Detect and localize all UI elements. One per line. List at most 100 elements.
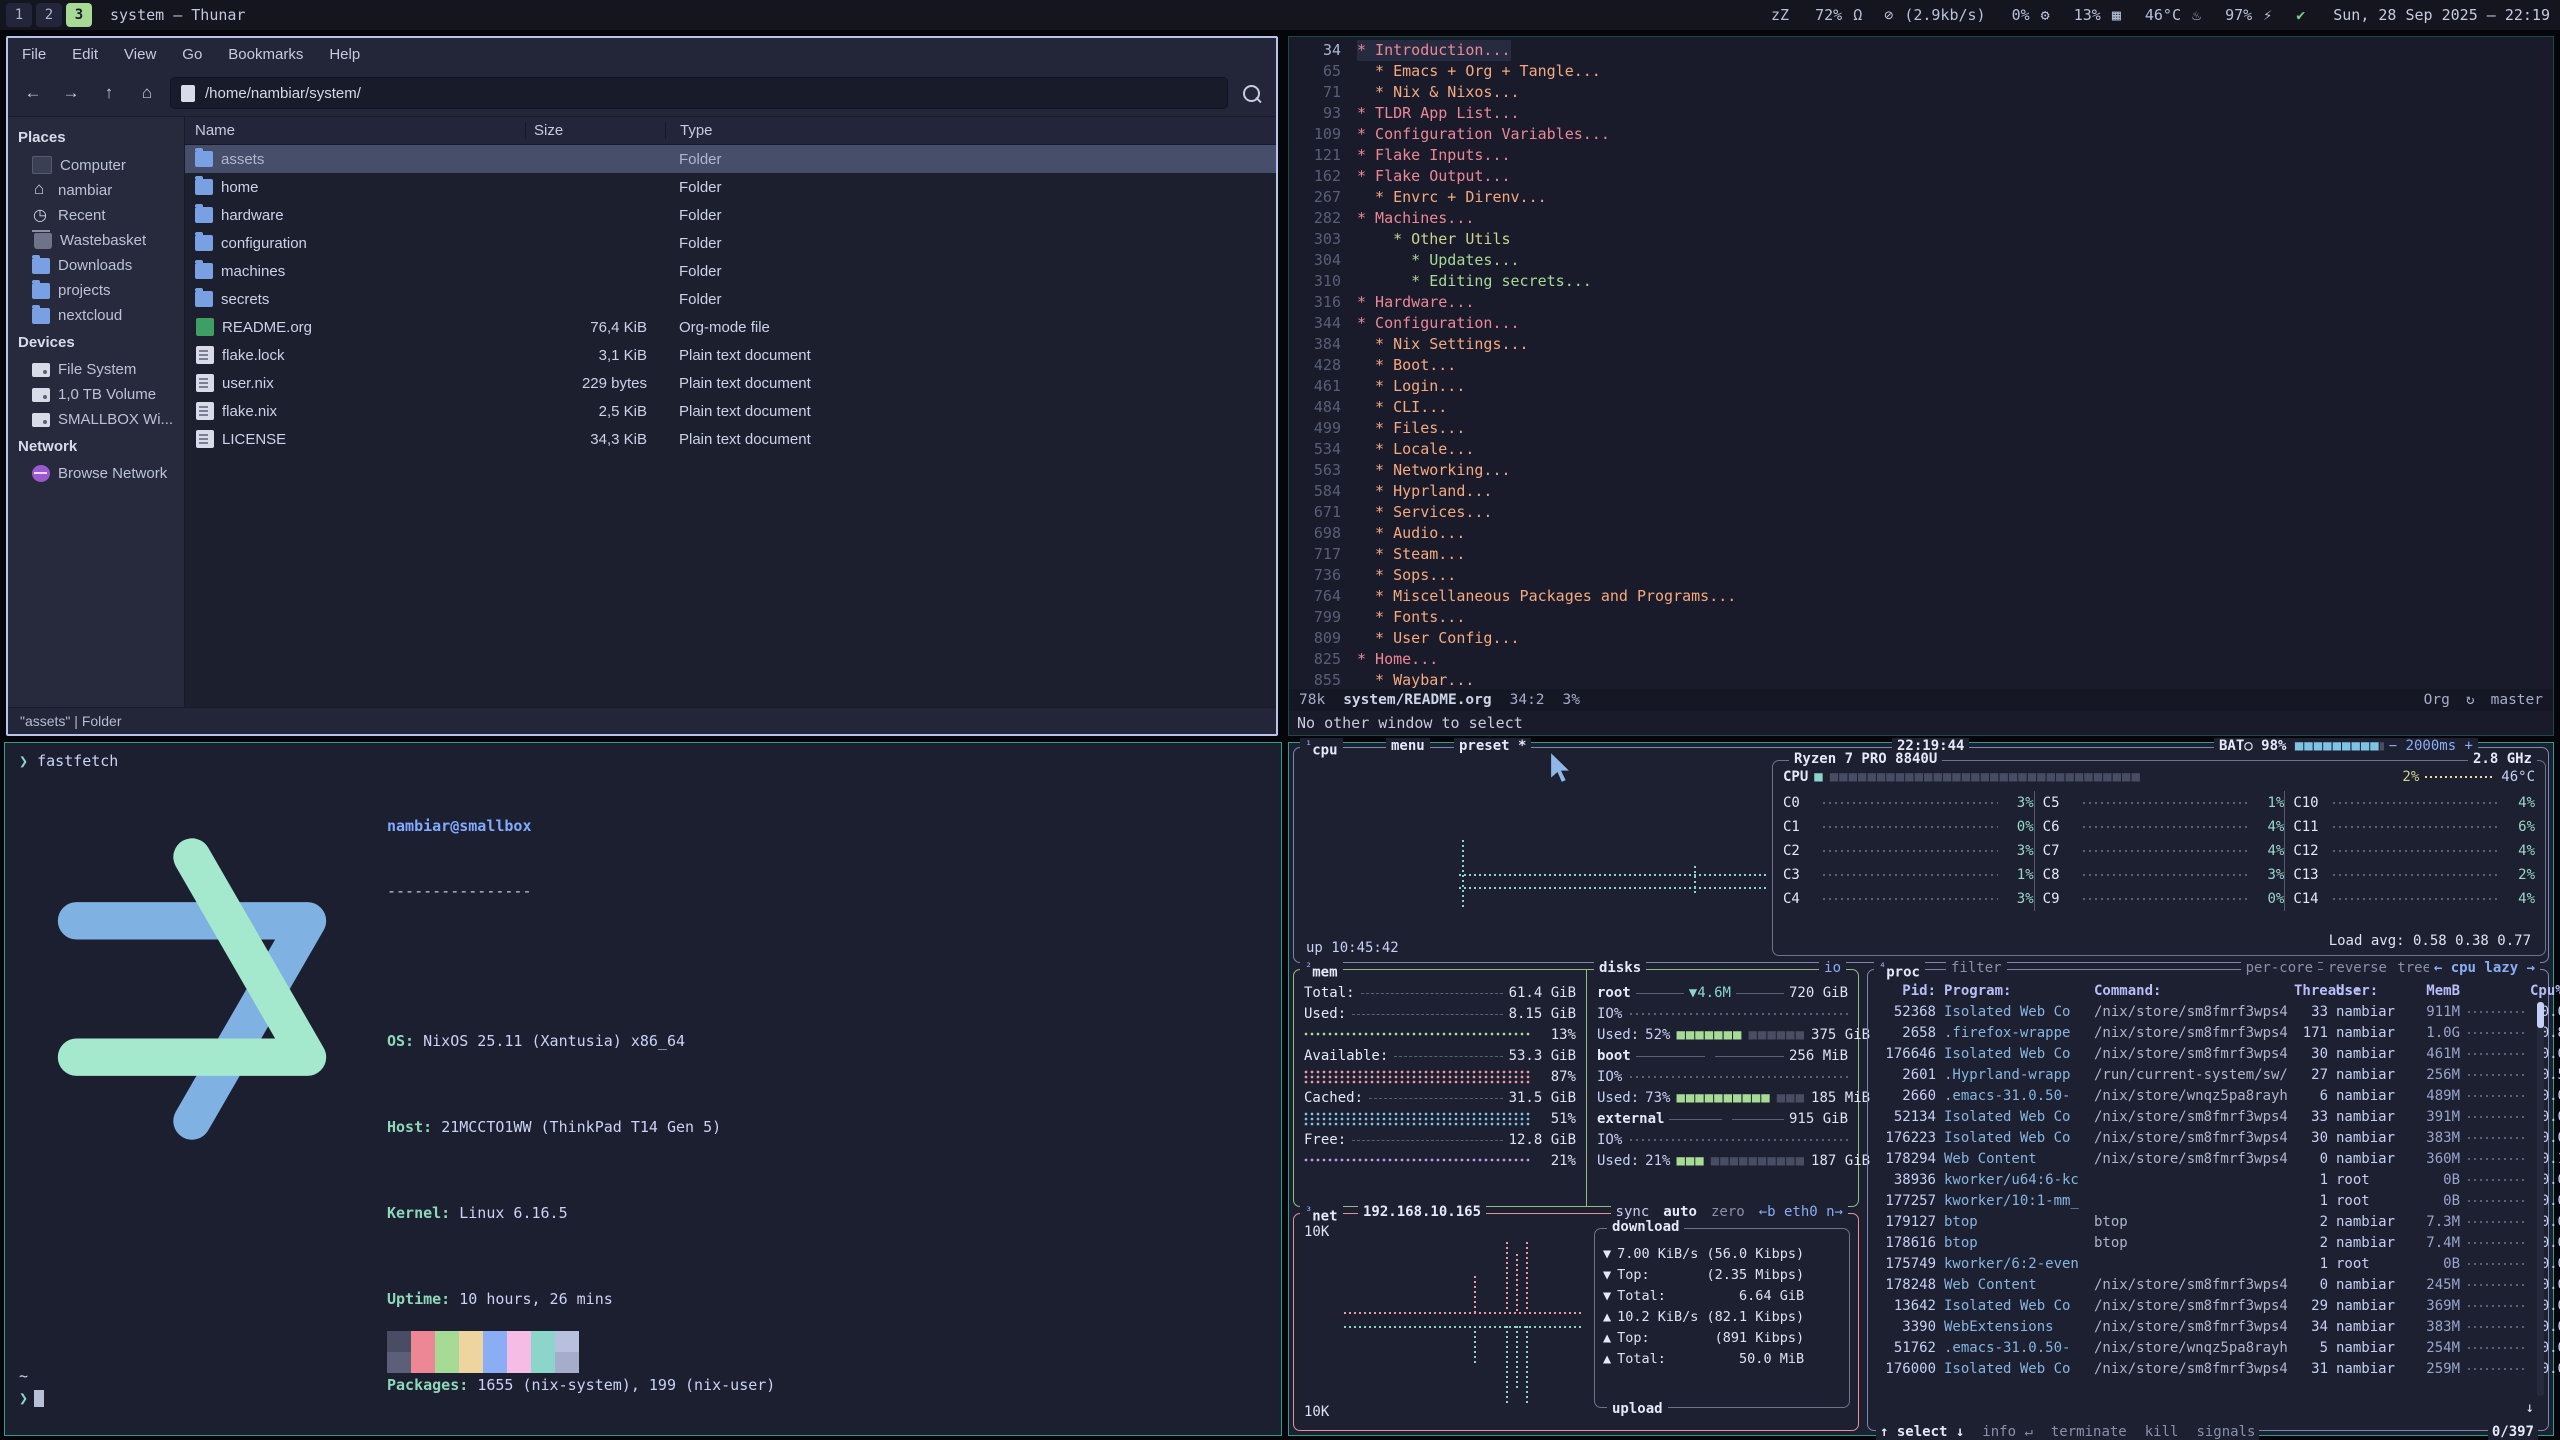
process-row[interactable]: 2601 .Hyprland-wrapp /run/current-system… (1868, 1064, 2548, 1085)
path-bar[interactable] (170, 77, 1228, 109)
org-heading-line[interactable]: 499 * Files... (1295, 418, 2553, 439)
path-input[interactable] (203, 84, 1217, 103)
sidebar-device-item[interactable]: 1,0 TB Volume (8, 382, 184, 407)
proc-tab[interactable]: ⁴proc (1874, 960, 1925, 981)
sidebar-place-item[interactable]: Downloads (8, 253, 184, 278)
process-row[interactable]: 178294 Web Content /nix/store/sm8fmrf3wp… (1868, 1148, 2548, 1169)
column-header-size[interactable]: Size (525, 122, 665, 139)
terminal-window[interactable]: ❯ fastfetch nambiar@smallbox -----------… (4, 742, 1282, 1436)
reverse-to[interactable]: reverse (2323, 960, 2392, 976)
forward-button[interactable]: → (56, 78, 86, 108)
process-row[interactable]: 52368 Isolated Web Co /nix/store/sm8fmrf… (1868, 1001, 2548, 1022)
org-heading-line[interactable]: 316 * Hardware... (1295, 292, 2553, 313)
process-row[interactable]: 178616 btop btop 2 nambiar 7.4M 0.0 (1868, 1232, 2548, 1253)
process-row[interactable]: 2660 .emacs-31.0.50- /nix/store/wnqz5pa8… (1868, 1085, 2548, 1106)
org-heading-line[interactable]: 304 * Updates... (1295, 250, 2553, 271)
org-heading-line[interactable]: 71 * Nix & Nixos... (1295, 82, 2553, 103)
org-heading-line[interactable]: 671 * Services... (1295, 502, 2553, 523)
org-heading-line[interactable]: 584 * Hyprland... (1295, 481, 2553, 502)
process-row[interactable]: 177257 kworker/10:1-mm_ 1 root 0B 0.0 (1868, 1190, 2548, 1211)
menu-item[interactable]: Edit (72, 46, 98, 63)
sidebar-place-item[interactable]: projects (8, 278, 184, 303)
column-header-name[interactable]: Name (185, 122, 525, 139)
process-row[interactable]: 52134 Isolated Web Co /nix/store/sm8fmrf… (1868, 1106, 2548, 1127)
org-heading-line[interactable]: 764 * Miscellaneous Packages and Program… (1295, 586, 2553, 607)
menu-item[interactable]: Help (329, 46, 360, 63)
file-row[interactable]: assets Folder (185, 145, 1276, 173)
org-heading-line[interactable]: 344 * Configuration... (1295, 313, 2553, 334)
menu-item[interactable]: Bookmarks (228, 46, 303, 63)
sidebar-place-item[interactable]: Recent (8, 203, 184, 228)
file-row[interactable]: configuration Folder (185, 229, 1276, 257)
org-heading-line[interactable]: 461 * Login... (1295, 376, 2553, 397)
menu-button[interactable]: menu (1386, 738, 1430, 754)
org-heading-line[interactable]: 534 * Locale... (1295, 439, 2553, 460)
org-heading-line[interactable]: 563 * Networking... (1295, 460, 2553, 481)
file-row[interactable]: machines Folder (185, 257, 1276, 285)
update-interval-control[interactable]: − 2000ms + (2384, 738, 2478, 754)
menu-item[interactable]: Go (182, 46, 202, 63)
org-heading-line[interactable]: 855 * Waybar... (1295, 670, 2553, 689)
proc-table-header[interactable]: Pid: Program: Command: Threads: User: Me… (1868, 980, 2548, 1001)
file-row[interactable]: README.org 76,4 KiB Org-mode file (185, 313, 1276, 341)
sidebar-device-item[interactable]: SMALLBOX Wi... (8, 407, 184, 432)
org-heading-line[interactable]: 809 * User Config... (1295, 628, 2553, 649)
file-row[interactable]: hardware Folder (185, 201, 1276, 229)
workspace-button[interactable]: 1 (6, 3, 32, 27)
menu-item[interactable]: File (22, 46, 46, 63)
shell-prompt[interactable]: ~ ❯ (19, 1366, 44, 1409)
proc-scrollbar[interactable] (2537, 1002, 2544, 1396)
proc-scrollbar-thumb[interactable] (2537, 1002, 2544, 1028)
process-row[interactable]: 51762 .emacs-31.0.50- /nix/store/wnqz5pa… (1868, 1337, 2548, 1358)
file-row[interactable]: user.nix 229 bytes Plain text document (185, 369, 1276, 397)
process-row[interactable]: 176000 Isolated Web Co /nix/store/sm8fmr… (1868, 1358, 2548, 1379)
net-control-button[interactable]: sync (1616, 1204, 1650, 1220)
org-heading-line[interactable]: 310 * Editing secrets... (1295, 271, 2553, 292)
process-row[interactable]: 38936 kworker/u64:6-kc 1 root 0B 0.0 (1868, 1169, 2548, 1190)
process-row[interactable]: 3390 WebExtensions /nix/store/sm8fmrf3wp… (1868, 1316, 2548, 1337)
org-heading-line[interactable]: 162 * Flake Output... (1295, 166, 2553, 187)
preset-button[interactable]: preset * (1454, 738, 1531, 754)
net-control-button[interactable]: ←b eth0 n→ (1759, 1204, 1843, 1220)
key-hint[interactable]: info ↵ (1982, 1424, 2033, 1440)
key-hint[interactable]: ↑ select ↓ (1880, 1424, 1964, 1440)
key-hint[interactable]: signals (2196, 1424, 2255, 1440)
sidebar-place-item[interactable]: nambiar (8, 178, 184, 203)
key-hint[interactable]: terminate (2051, 1424, 2127, 1440)
process-row[interactable]: 176646 Isolated Web Co /nix/store/sm8fmr… (1868, 1043, 2548, 1064)
org-heading-line[interactable]: 384 * Nix Settings... (1295, 334, 2553, 355)
per-core-toggle[interactable]: per-core (2241, 960, 2318, 976)
process-row[interactable]: 179127 btop btop 2 nambiar 7.3M 0.0 (1868, 1211, 2548, 1232)
filter-button[interactable]: filter (1946, 960, 2007, 976)
process-row[interactable]: 176223 Isolated Web Co /nix/store/sm8fmr… (1868, 1127, 2548, 1148)
file-row[interactable]: flake.nix 2,5 KiB Plain text document (185, 397, 1276, 425)
process-row[interactable]: 175749 kworker/6:2-even 1 root 0B 0.0 (1868, 1253, 2548, 1274)
org-heading-line[interactable]: 65 * Emacs + Org + Tangle... (1295, 61, 2553, 82)
file-row[interactable]: LICENSE 34,3 KiB Plain text document (185, 425, 1276, 453)
org-heading-line[interactable]: 698 * Audio... (1295, 523, 2553, 544)
org-heading-line[interactable]: 799 * Fonts... (1295, 607, 2553, 628)
org-heading-line[interactable]: 267 * Envrc + Direnv... (1295, 187, 2553, 208)
org-heading-line[interactable]: 717 * Steam... (1295, 544, 2553, 565)
column-header-type[interactable]: Type (665, 122, 1276, 139)
home-button[interactable]: ⌂ (132, 78, 162, 108)
emacs-buffer[interactable]: 34 * Introduction... 65 * Emacs + Org + … (1289, 37, 2553, 689)
org-heading-line[interactable]: 303 * Other Utils (1295, 229, 2553, 250)
net-control-button[interactable]: zero (1711, 1204, 1745, 1220)
sidebar-network-item[interactable]: Browse Network (8, 461, 184, 486)
process-row[interactable]: 2658 .firefox-wrappe /nix/store/sm8fmrf3… (1868, 1022, 2548, 1043)
cpu-tab[interactable]: ¹cpu (1300, 738, 1343, 759)
org-heading-line[interactable]: 109 * Configuration Variables... (1295, 124, 2553, 145)
org-heading-line[interactable]: 428 * Boot... (1295, 355, 2553, 376)
workspace-button[interactable]: 3 (66, 3, 92, 27)
search-button[interactable] (1236, 78, 1266, 108)
process-row[interactable]: 178248 Web Content /nix/store/sm8fmrf3wp… (1868, 1274, 2548, 1295)
key-hint[interactable]: kill (2145, 1424, 2179, 1440)
file-row[interactable]: home Folder (185, 173, 1276, 201)
up-button[interactable]: ↑ (94, 78, 124, 108)
org-heading-line[interactable]: 484 * CLI... (1295, 397, 2553, 418)
menu-item[interactable]: View (124, 46, 156, 63)
sidebar-place-item[interactable]: Wastebasket (8, 228, 184, 253)
sidebar-place-item[interactable]: nextcloud (8, 303, 184, 328)
net-tab[interactable]: ³net (1300, 1204, 1343, 1225)
